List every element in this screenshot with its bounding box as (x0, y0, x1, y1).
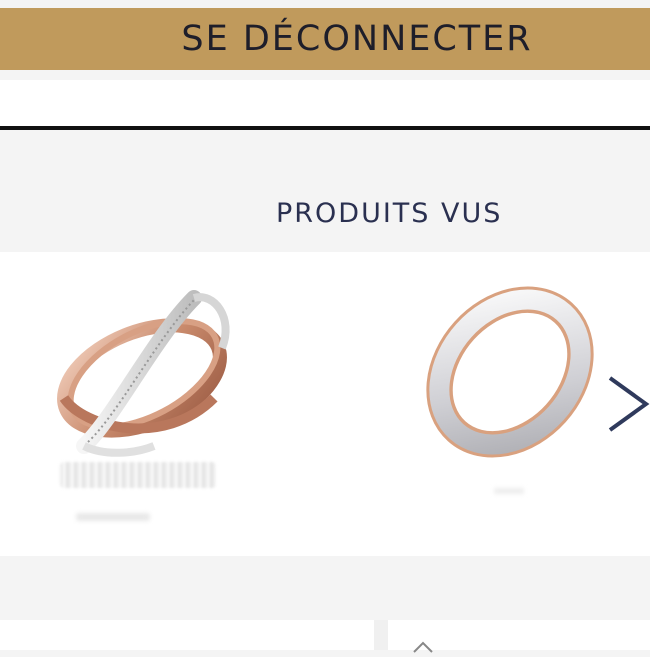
product-name-ring-1 (60, 462, 216, 488)
card-left[interactable] (0, 620, 374, 650)
chevron-right-icon[interactable] (606, 374, 650, 438)
product-card-ring-1[interactable] (44, 278, 244, 460)
product-price-ring-1 (76, 513, 150, 521)
logout-button[interactable]: SE DÉCONNECTER (0, 8, 650, 70)
card-gap (374, 620, 388, 650)
chevron-up-icon (412, 638, 434, 657)
product-card-ring-2[interactable] (424, 284, 596, 460)
header-spacer (0, 80, 650, 126)
product-name-ring-2 (494, 488, 524, 494)
section-spacer (0, 556, 650, 620)
logout-label: SE DÉCONNECTER (181, 19, 533, 59)
product-image-ring-1 (57, 290, 230, 457)
product-image-ring-2 (426, 286, 594, 458)
viewed-products-title: PRODUITS VUS (276, 198, 503, 229)
viewed-products-header (0, 130, 650, 252)
